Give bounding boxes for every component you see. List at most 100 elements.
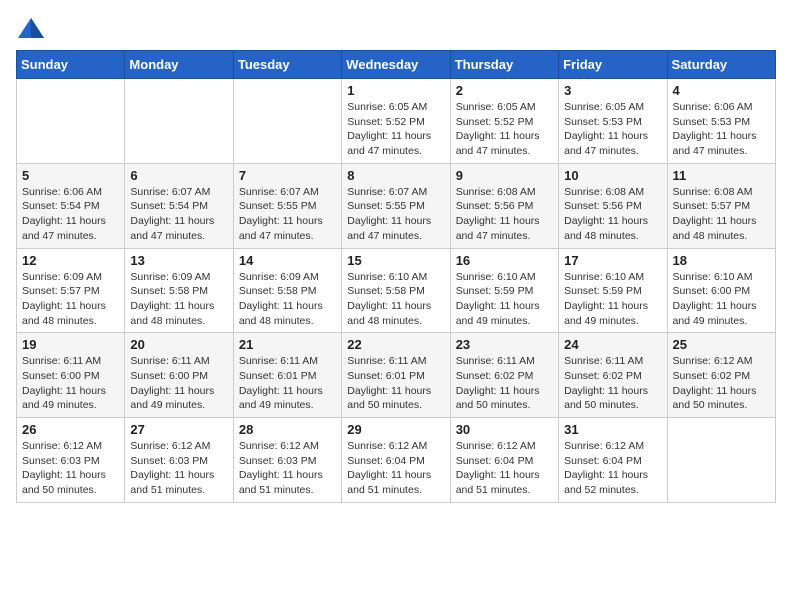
weekday-header: Tuesday — [233, 51, 341, 79]
calendar-cell: 30 Sunrise: 6:12 AM Sunset: 6:04 PM Dayli… — [450, 418, 558, 503]
day-info: Sunrise: 6:08 AM Sunset: 5:56 PM Dayligh… — [456, 185, 553, 244]
weekday-header: Saturday — [667, 51, 775, 79]
day-number: 22 — [347, 337, 444, 352]
calendar-cell — [667, 418, 775, 503]
calendar-cell: 25 Sunrise: 6:12 AM Sunset: 6:02 PM Dayli… — [667, 333, 775, 418]
day-number: 23 — [456, 337, 553, 352]
calendar-cell: 28 Sunrise: 6:12 AM Sunset: 6:03 PM Dayli… — [233, 418, 341, 503]
day-number: 17 — [564, 253, 661, 268]
day-number: 13 — [130, 253, 227, 268]
calendar-cell: 3 Sunrise: 6:05 AM Sunset: 5:53 PM Daylig… — [559, 79, 667, 164]
day-number: 16 — [456, 253, 553, 268]
day-info: Sunrise: 6:08 AM Sunset: 5:56 PM Dayligh… — [564, 185, 661, 244]
calendar-cell: 7Sunrise: 6:07 AM Sunset: 5:55 PM Daylig… — [233, 163, 341, 248]
day-info: Sunrise: 6:11 AM Sunset: 6:02 PM Dayligh… — [456, 354, 553, 413]
day-info: Sunrise: 6:12 AM Sunset: 6:03 PM Dayligh… — [130, 439, 227, 498]
day-number: 3 — [564, 83, 661, 98]
calendar-cell: 22 Sunrise: 6:11 AM Sunset: 6:01 PM Dayli… — [342, 333, 450, 418]
day-info: Sunrise: 6:10 AM Sunset: 5:59 PM Dayligh… — [456, 270, 553, 329]
calendar-cell: 1 Sunrise: 6:05 AM Sunset: 5:52 PM Daylig… — [342, 79, 450, 164]
day-number: 4 — [673, 83, 770, 98]
calendar-cell: 24 Sunrise: 6:11 AM Sunset: 6:02 PM Dayli… — [559, 333, 667, 418]
day-number: 8 — [347, 168, 444, 183]
day-info: Sunrise: 6:12 AM Sunset: 6:03 PM Dayligh… — [239, 439, 336, 498]
calendar-cell: 26 Sunrise: 6:12 AM Sunset: 6:03 PM Dayli… — [17, 418, 125, 503]
day-info: Sunrise: 6:11 AM Sunset: 6:02 PM Dayligh… — [564, 354, 661, 413]
weekday-header: Sunday — [17, 51, 125, 79]
day-info: Sunrise: 6:06 AM Sunset: 5:53 PM Dayligh… — [673, 100, 770, 159]
calendar-week-row: 12 Sunrise: 6:09 AM Sunset: 5:57 PM Dayli… — [17, 248, 776, 333]
day-number: 30 — [456, 422, 553, 437]
day-info: Sunrise: 6:12 AM Sunset: 6:04 PM Dayligh… — [347, 439, 444, 498]
weekday-header: Friday — [559, 51, 667, 79]
day-info: Sunrise: 6:12 AM Sunset: 6:02 PM Dayligh… — [673, 354, 770, 413]
calendar-cell: 29Sunrise: 6:12 AM Sunset: 6:04 PM Dayli… — [342, 418, 450, 503]
day-number: 31 — [564, 422, 661, 437]
calendar-cell: 11 Sunrise: 6:08 AM Sunset: 5:57 PM Dayli… — [667, 163, 775, 248]
day-info: Sunrise: 6:10 AM Sunset: 6:00 PM Dayligh… — [673, 270, 770, 329]
day-number: 2 — [456, 83, 553, 98]
day-info: Sunrise: 6:09 AM Sunset: 5:58 PM Dayligh… — [130, 270, 227, 329]
calendar-cell: 23 Sunrise: 6:11 AM Sunset: 6:02 PM Dayli… — [450, 333, 558, 418]
calendar-week-row: 5Sunrise: 6:06 AM Sunset: 5:54 PM Daylig… — [17, 163, 776, 248]
day-info: Sunrise: 6:09 AM Sunset: 5:57 PM Dayligh… — [22, 270, 119, 329]
calendar-cell: 2 Sunrise: 6:05 AM Sunset: 5:52 PM Daylig… — [450, 79, 558, 164]
day-info: Sunrise: 6:05 AM Sunset: 5:53 PM Dayligh… — [564, 100, 661, 159]
calendar-cell: 27Sunrise: 6:12 AM Sunset: 6:03 PM Dayli… — [125, 418, 233, 503]
calendar-week-row: 26 Sunrise: 6:12 AM Sunset: 6:03 PM Dayli… — [17, 418, 776, 503]
calendar-cell — [17, 79, 125, 164]
day-info: Sunrise: 6:08 AM Sunset: 5:57 PM Dayligh… — [673, 185, 770, 244]
day-info: Sunrise: 6:11 AM Sunset: 6:01 PM Dayligh… — [347, 354, 444, 413]
day-info: Sunrise: 6:07 AM Sunset: 5:54 PM Dayligh… — [130, 185, 227, 244]
day-number: 28 — [239, 422, 336, 437]
day-number: 11 — [673, 168, 770, 183]
day-number: 26 — [22, 422, 119, 437]
calendar-cell: 5Sunrise: 6:06 AM Sunset: 5:54 PM Daylig… — [17, 163, 125, 248]
calendar-cell: 15Sunrise: 6:10 AM Sunset: 5:58 PM Dayli… — [342, 248, 450, 333]
day-info: Sunrise: 6:10 AM Sunset: 5:59 PM Dayligh… — [564, 270, 661, 329]
calendar-cell: 9Sunrise: 6:08 AM Sunset: 5:56 PM Daylig… — [450, 163, 558, 248]
weekday-header: Monday — [125, 51, 233, 79]
day-number: 7 — [239, 168, 336, 183]
day-number: 15 — [347, 253, 444, 268]
day-info: Sunrise: 6:11 AM Sunset: 6:00 PM Dayligh… — [130, 354, 227, 413]
calendar-cell: 4 Sunrise: 6:06 AM Sunset: 5:53 PM Daylig… — [667, 79, 775, 164]
calendar-week-row: 19 Sunrise: 6:11 AM Sunset: 6:00 PM Dayli… — [17, 333, 776, 418]
day-number: 20 — [130, 337, 227, 352]
day-number: 19 — [22, 337, 119, 352]
day-number: 10 — [564, 168, 661, 183]
day-number: 14 — [239, 253, 336, 268]
weekday-header: Thursday — [450, 51, 558, 79]
calendar-cell: 13 Sunrise: 6:09 AM Sunset: 5:58 PM Dayli… — [125, 248, 233, 333]
calendar-cell: 8 Sunrise: 6:07 AM Sunset: 5:55 PM Daylig… — [342, 163, 450, 248]
logo-icon — [16, 16, 46, 40]
day-info: Sunrise: 6:12 AM Sunset: 6:03 PM Dayligh… — [22, 439, 119, 498]
calendar-cell: 31 Sunrise: 6:12 AM Sunset: 6:04 PM Dayli… — [559, 418, 667, 503]
calendar-cell: 21Sunrise: 6:11 AM Sunset: 6:01 PM Dayli… — [233, 333, 341, 418]
calendar-cell: 10 Sunrise: 6:08 AM Sunset: 5:56 PM Dayli… — [559, 163, 667, 248]
day-number: 24 — [564, 337, 661, 352]
day-info: Sunrise: 6:09 AM Sunset: 5:58 PM Dayligh… — [239, 270, 336, 329]
day-info: Sunrise: 6:12 AM Sunset: 6:04 PM Dayligh… — [564, 439, 661, 498]
day-number: 12 — [22, 253, 119, 268]
day-number: 18 — [673, 253, 770, 268]
day-info: Sunrise: 6:12 AM Sunset: 6:04 PM Dayligh… — [456, 439, 553, 498]
calendar-cell: 20 Sunrise: 6:11 AM Sunset: 6:00 PM Dayli… — [125, 333, 233, 418]
calendar-cell: 12 Sunrise: 6:09 AM Sunset: 5:57 PM Dayli… — [17, 248, 125, 333]
day-number: 25 — [673, 337, 770, 352]
day-number: 1 — [347, 83, 444, 98]
calendar-cell: 19Sunrise: 6:11 AM Sunset: 6:00 PM Dayli… — [17, 333, 125, 418]
day-info: Sunrise: 6:05 AM Sunset: 5:52 PM Dayligh… — [347, 100, 444, 159]
day-info: Sunrise: 6:07 AM Sunset: 5:55 PM Dayligh… — [347, 185, 444, 244]
calendar-header-row: SundayMondayTuesdayWednesdayThursdayFrid… — [17, 51, 776, 79]
calendar-cell: 6 Sunrise: 6:07 AM Sunset: 5:54 PM Daylig… — [125, 163, 233, 248]
logo — [16, 16, 50, 40]
day-info: Sunrise: 6:05 AM Sunset: 5:52 PM Dayligh… — [456, 100, 553, 159]
calendar-cell: 18 Sunrise: 6:10 AM Sunset: 6:00 PM Dayli… — [667, 248, 775, 333]
calendar-cell — [125, 79, 233, 164]
day-number: 6 — [130, 168, 227, 183]
calendar-cell: 17 Sunrise: 6:10 AM Sunset: 5:59 PM Dayli… — [559, 248, 667, 333]
calendar-cell: 16 Sunrise: 6:10 AM Sunset: 5:59 PM Dayli… — [450, 248, 558, 333]
calendar-table: SundayMondayTuesdayWednesdayThursdayFrid… — [16, 50, 776, 503]
day-number: 5 — [22, 168, 119, 183]
